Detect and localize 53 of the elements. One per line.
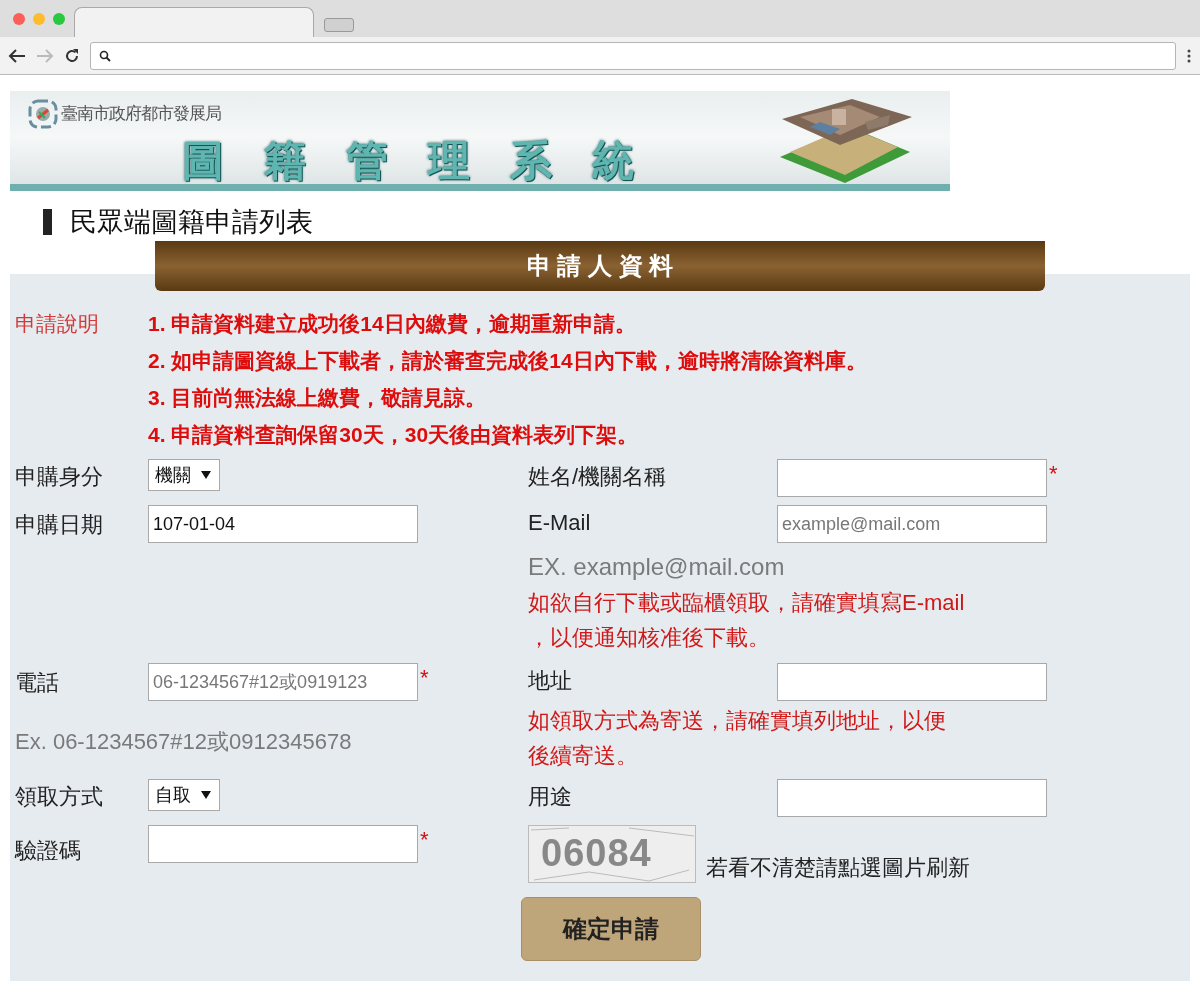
- heading-marker-icon: [43, 209, 52, 235]
- field-hint: EX. example@mail.com: [528, 552, 786, 582]
- field-label: 地址: [528, 667, 573, 695]
- captcha-hint: 若看不清楚請點選圖片刷新: [706, 854, 970, 882]
- input-field[interactable]: [777, 663, 1047, 701]
- notes-label: 申請說明: [15, 311, 100, 337]
- field-note: 後續寄送。: [528, 742, 639, 770]
- field-label: 領取方式: [15, 783, 104, 811]
- required-mark: *: [1049, 460, 1058, 488]
- note-text: 1. 申請資料建立成功後14日內繳費，逾期重新申請。: [148, 311, 637, 337]
- note-text: 3. 目前尚無法線上繳費，敬請見諒。: [148, 385, 488, 411]
- section-header: 申 請 人 資 料: [155, 241, 1045, 291]
- forward-arrow-icon[interactable]: [36, 47, 54, 64]
- field-label: 電話: [15, 669, 60, 697]
- browser-tab[interactable]: [74, 7, 314, 37]
- dropdown-arrow-icon: [201, 791, 211, 799]
- field-label: 姓名/機關名稱: [528, 463, 668, 491]
- note-text: 2. 如申請圖資線上下載者，請於審查完成後14日內下載，逾時將清除資料庫。: [148, 348, 867, 374]
- note-text: 4. 申請資料查詢保留30天，30天後由資料表列下架。: [148, 422, 640, 448]
- field-label: E-Mail: [528, 509, 592, 537]
- field-note: 如欲自行下載或臨櫃領取，請確實填寫E-mail: [528, 589, 966, 617]
- dropdown[interactable]: 機關: [148, 459, 220, 491]
- input-field[interactable]: [148, 825, 418, 863]
- input-field[interactable]: [777, 459, 1047, 497]
- input-field[interactable]: 107-01-04: [148, 505, 418, 543]
- field-label: 申購身分: [15, 463, 104, 491]
- reload-icon[interactable]: [64, 47, 80, 64]
- field-note: 如領取方式為寄送，請確實填列地址，以便: [528, 707, 947, 735]
- field-label: 申購日期: [15, 511, 104, 539]
- close-window-icon[interactable]: [13, 13, 25, 25]
- browser-tab[interactable]: [324, 18, 354, 32]
- agency-name: 臺南市政府都市發展局: [61, 103, 221, 126]
- maximize-window-icon[interactable]: [53, 13, 65, 25]
- agency-logo-icon: [28, 99, 58, 129]
- input-field[interactable]: [777, 779, 1047, 817]
- required-mark: *: [420, 826, 429, 854]
- field-note: ，以便通知核准後下載。: [528, 624, 771, 652]
- field-label: 驗證碼: [15, 837, 82, 865]
- field-label: 用途: [528, 783, 573, 811]
- field-hint: Ex. 06-1234567#12或0912345678: [15, 728, 353, 756]
- back-arrow-icon[interactable]: [8, 47, 26, 64]
- submit-button[interactable]: 確定申請: [521, 897, 701, 961]
- menu-icon[interactable]: [1186, 47, 1192, 64]
- system-title: 圖籍管理系統: [182, 135, 674, 184]
- dropdown-arrow-icon: [201, 471, 211, 479]
- input-field[interactable]: example@mail.com: [777, 505, 1047, 543]
- search-icon: [99, 49, 111, 62]
- input-field[interactable]: 06-1234567#12或0919123: [148, 663, 418, 701]
- minimize-window-icon[interactable]: [33, 13, 45, 25]
- address-bar[interactable]: [90, 41, 1176, 70]
- dropdown[interactable]: 自取: [148, 779, 220, 811]
- page-title: 民眾端圖籍申請列表: [70, 205, 313, 239]
- required-mark: *: [420, 664, 429, 692]
